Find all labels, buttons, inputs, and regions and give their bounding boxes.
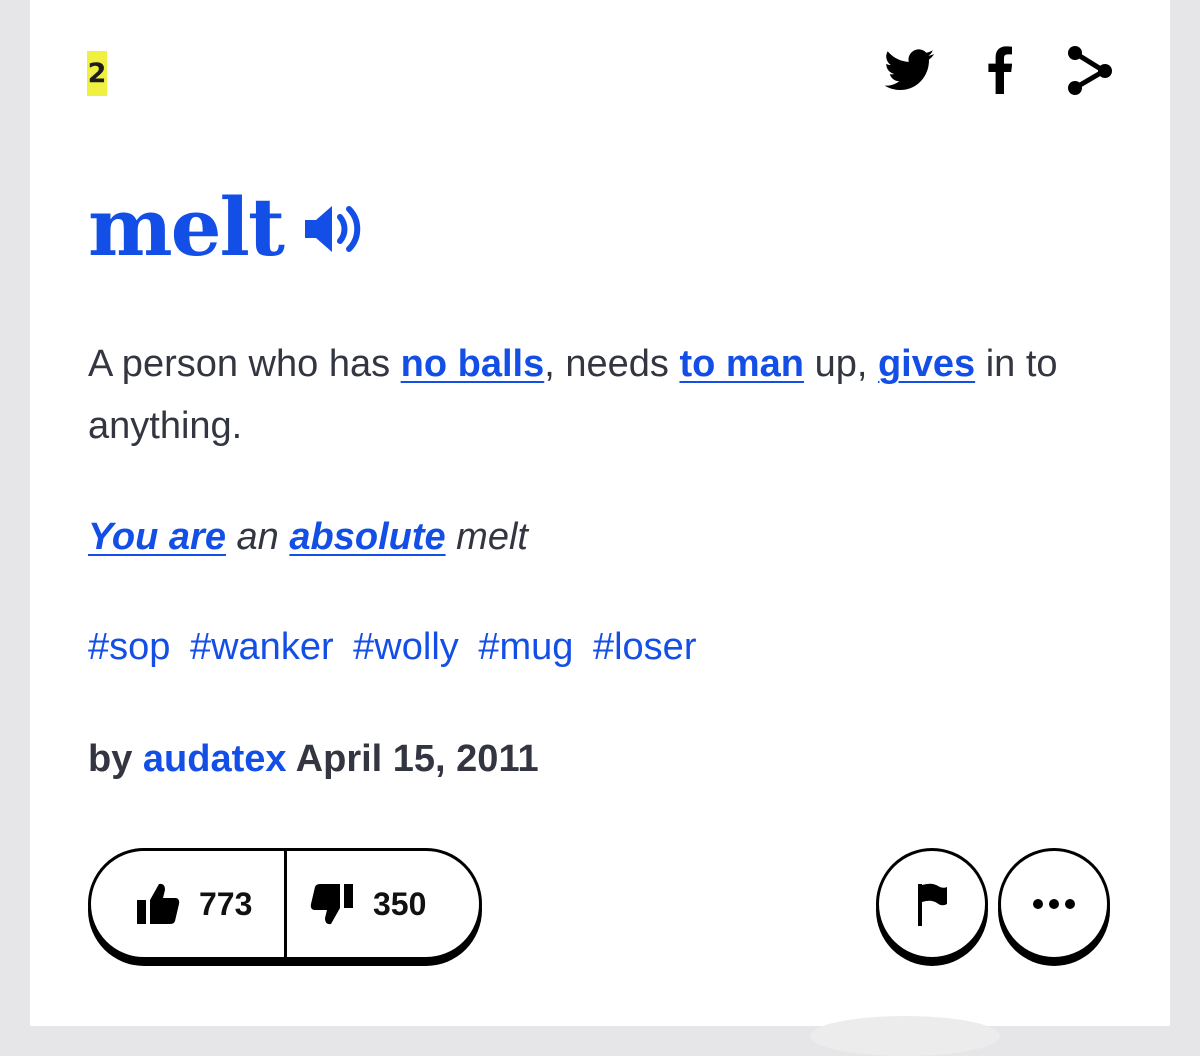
more-options-button[interactable]	[998, 848, 1110, 960]
vote-buttons: 773 350	[88, 848, 482, 960]
definition-example: You are an absolute melt	[88, 516, 528, 558]
hashtag-link[interactable]: #sop	[88, 626, 170, 668]
next-card-edge	[810, 1016, 1000, 1056]
pronounce-button[interactable]	[303, 203, 361, 260]
speaker-icon	[304, 205, 361, 252]
twitter-bird-icon	[885, 49, 935, 90]
facebook-share-button[interactable]	[980, 40, 1020, 100]
hashtag-link[interactable]: #wolly	[353, 626, 459, 668]
headword-link[interactable]: melt	[88, 187, 285, 267]
flag-icon	[918, 883, 947, 926]
hashtag-link[interactable]: #mug	[478, 626, 573, 668]
twitter-share-button[interactable]	[880, 40, 940, 100]
facebook-f-icon	[988, 46, 1012, 94]
example-link-you-are[interactable]: You are	[88, 516, 226, 558]
thumbs-up-icon	[137, 883, 180, 924]
hashtag-link[interactable]: #wanker	[190, 626, 334, 668]
author-link[interactable]: audatex	[143, 738, 287, 780]
upvote-button[interactable]: 773	[91, 851, 287, 957]
headword-row: melt	[88, 172, 361, 282]
downvote-count: 350	[373, 885, 427, 922]
definition-meaning: A person who has no balls, needs to man …	[88, 343, 1058, 447]
contributor-byline: by audatex April 15, 2011	[88, 738, 539, 780]
ellipsis-icon	[1033, 899, 1075, 909]
upvote-count: 773	[199, 885, 253, 922]
thumbs-down-icon	[310, 884, 353, 925]
meaning-link-to-man[interactable]: to man	[679, 343, 804, 385]
meaning-link-no-balls[interactable]: no balls	[401, 343, 545, 385]
meaning-link-gives[interactable]: gives	[878, 343, 975, 385]
post-date: April 15, 2011	[286, 738, 539, 780]
rank-badge: 2	[87, 51, 107, 96]
flag-button[interactable]	[876, 848, 988, 960]
hashtag-list: #sop #wanker #wolly #mug #loser	[88, 618, 705, 676]
hashtag-link[interactable]: #loser	[593, 626, 697, 668]
downvote-button[interactable]: 350	[287, 851, 479, 957]
more-share-button[interactable]	[1062, 40, 1118, 100]
share-icon	[1068, 46, 1112, 95]
definition-card: 2 melt A person who has no balls, needs …	[30, 0, 1170, 1056]
example-link-absolute[interactable]: absolute	[289, 516, 445, 558]
